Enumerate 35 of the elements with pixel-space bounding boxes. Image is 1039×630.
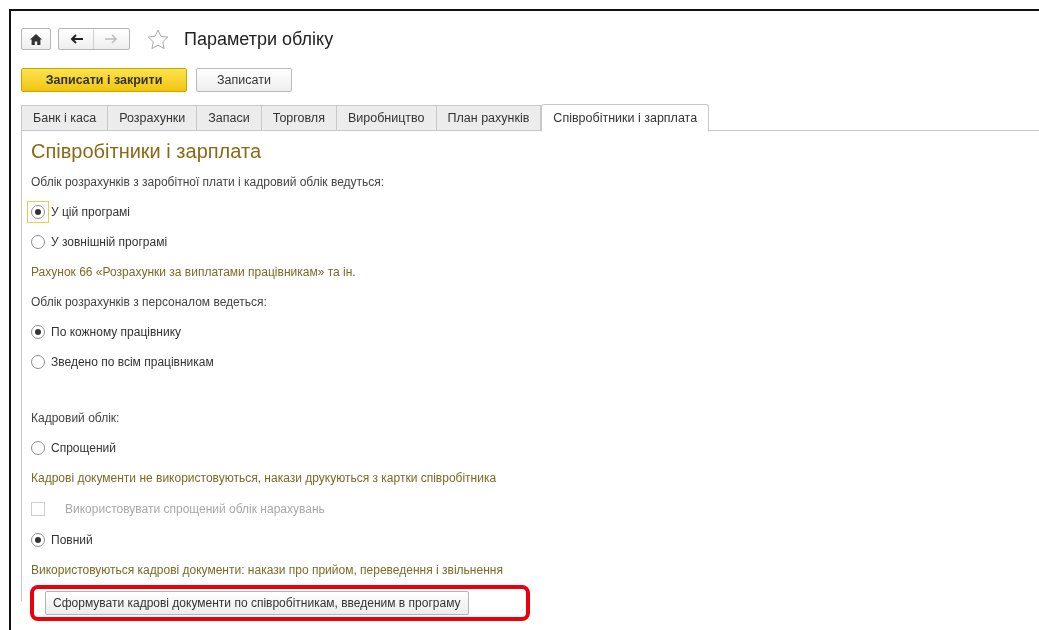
- save-button[interactable]: Записати: [196, 68, 292, 92]
- field-label: Облік розрахунків з персоналом ведеться:: [31, 294, 267, 311]
- home-icon: [30, 33, 42, 45]
- save-and-close-button[interactable]: Записати і закрити: [21, 68, 187, 92]
- field-label: Облік розрахунків з заробітної плати і кадровий облік ведуться:: [31, 174, 385, 191]
- checkbox-label: Використовувати спрощений облік нарахувань: [65, 501, 325, 518]
- tab[interactable]: План рахунків: [436, 105, 542, 131]
- tab[interactable]: Запаси: [197, 105, 262, 131]
- hint-text: Кадрові документи не використовуються, накази друкуються з картки співробітника: [31, 470, 497, 487]
- star-icon[interactable]: [147, 28, 169, 50]
- radio-label: Спрощений: [51, 440, 116, 457]
- tab[interactable]: Банк і каса: [21, 105, 109, 131]
- radio-label: Зведено по всім працівникам: [51, 354, 214, 371]
- radio-button[interactable]: [31, 325, 45, 339]
- radio-button[interactable]: [31, 235, 45, 249]
- radio-label: По кожному працівнику: [51, 324, 182, 341]
- radio-label: У цій програмі: [51, 204, 131, 221]
- radio-label: Повний: [51, 532, 93, 549]
- home-button[interactable]: [21, 28, 51, 50]
- tab[interactable]: Розрахунки: [108, 105, 198, 131]
- tab[interactable]: Співробітники і зарплата: [541, 104, 710, 132]
- tab[interactable]: Торговля: [261, 105, 337, 131]
- forward-arrow-icon: [105, 34, 118, 44]
- radio-button[interactable]: [31, 533, 45, 547]
- field-label: Кадровий облік:: [31, 410, 120, 427]
- window-title: Параметри обліку: [184, 27, 334, 51]
- section-heading: Співробітники і зарплата: [31, 139, 261, 164]
- generate-documents-button[interactable]: Сформувати кадрові документи по співробітникам, введеним в програму: [45, 591, 469, 615]
- back-arrow-icon: [69, 34, 83, 44]
- radio-label: У зовнішній програмі: [51, 234, 168, 251]
- tab[interactable]: Виробництво: [336, 105, 437, 131]
- hint-text: Рахунок 66 «Розрахунки за виплатами працівникам» та ін.: [31, 264, 356, 281]
- radio-button[interactable]: [31, 441, 45, 455]
- hint-text: Використовуються кадрові документи: накази про прийом, переведення і звільнення: [31, 562, 503, 579]
- radio-button[interactable]: [31, 355, 45, 369]
